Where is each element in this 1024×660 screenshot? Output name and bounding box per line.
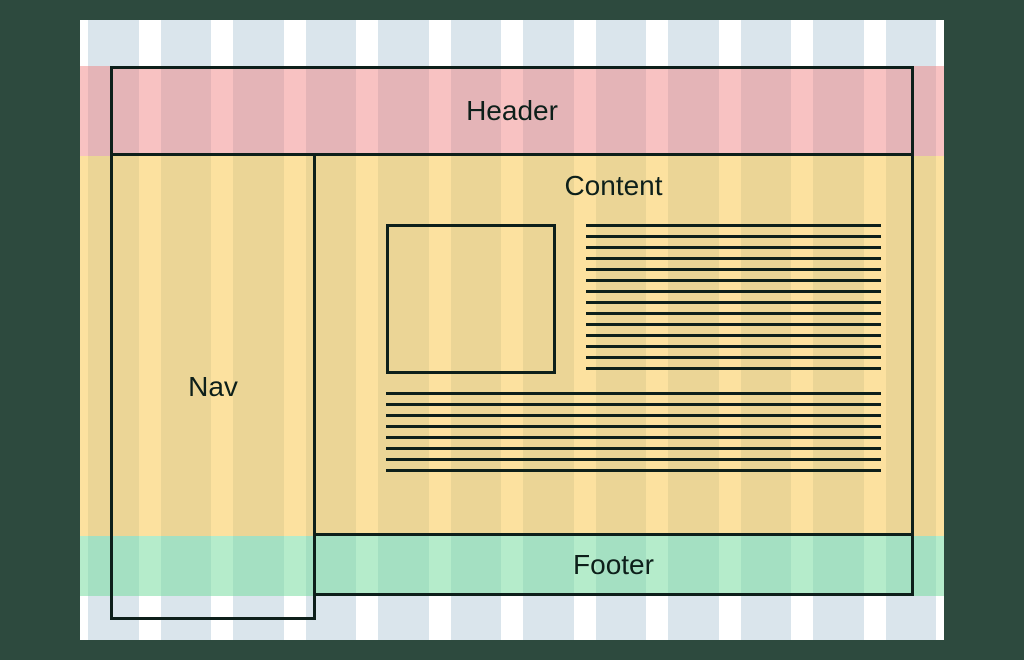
nav-region: Nav [110, 153, 316, 620]
text-line [586, 290, 881, 293]
content-region: Content [313, 153, 914, 536]
text-line [586, 246, 881, 249]
nav-label: Nav [188, 371, 238, 403]
text-line [586, 345, 881, 348]
text-line [386, 436, 881, 439]
text-line [386, 447, 881, 450]
header-label: Header [466, 95, 558, 127]
text-line [586, 301, 881, 304]
text-line [586, 312, 881, 315]
text-line [386, 425, 881, 428]
text-line [386, 458, 881, 461]
footer-label: Footer [573, 549, 654, 581]
text-line [586, 334, 881, 337]
text-line [386, 403, 881, 406]
text-line [386, 469, 881, 472]
diagram-canvas: Header Nav Content [80, 20, 944, 640]
text-line [586, 235, 881, 238]
text-line [586, 367, 881, 370]
text-line [386, 392, 881, 395]
text-lines-right [586, 224, 881, 370]
text-lines-wide [386, 392, 881, 472]
image-placeholder-box [386, 224, 556, 374]
text-line [586, 257, 881, 260]
content-body-illustration [386, 224, 881, 503]
text-line [586, 323, 881, 326]
header-region: Header [110, 66, 914, 156]
content-label: Content [564, 170, 662, 202]
layout-wireframe: Header Nav Content [110, 66, 914, 620]
footer-region: Footer [313, 533, 914, 596]
text-line [586, 224, 881, 227]
text-line [586, 268, 881, 271]
text-line [586, 356, 881, 359]
text-line [386, 414, 881, 417]
text-line [586, 279, 881, 282]
